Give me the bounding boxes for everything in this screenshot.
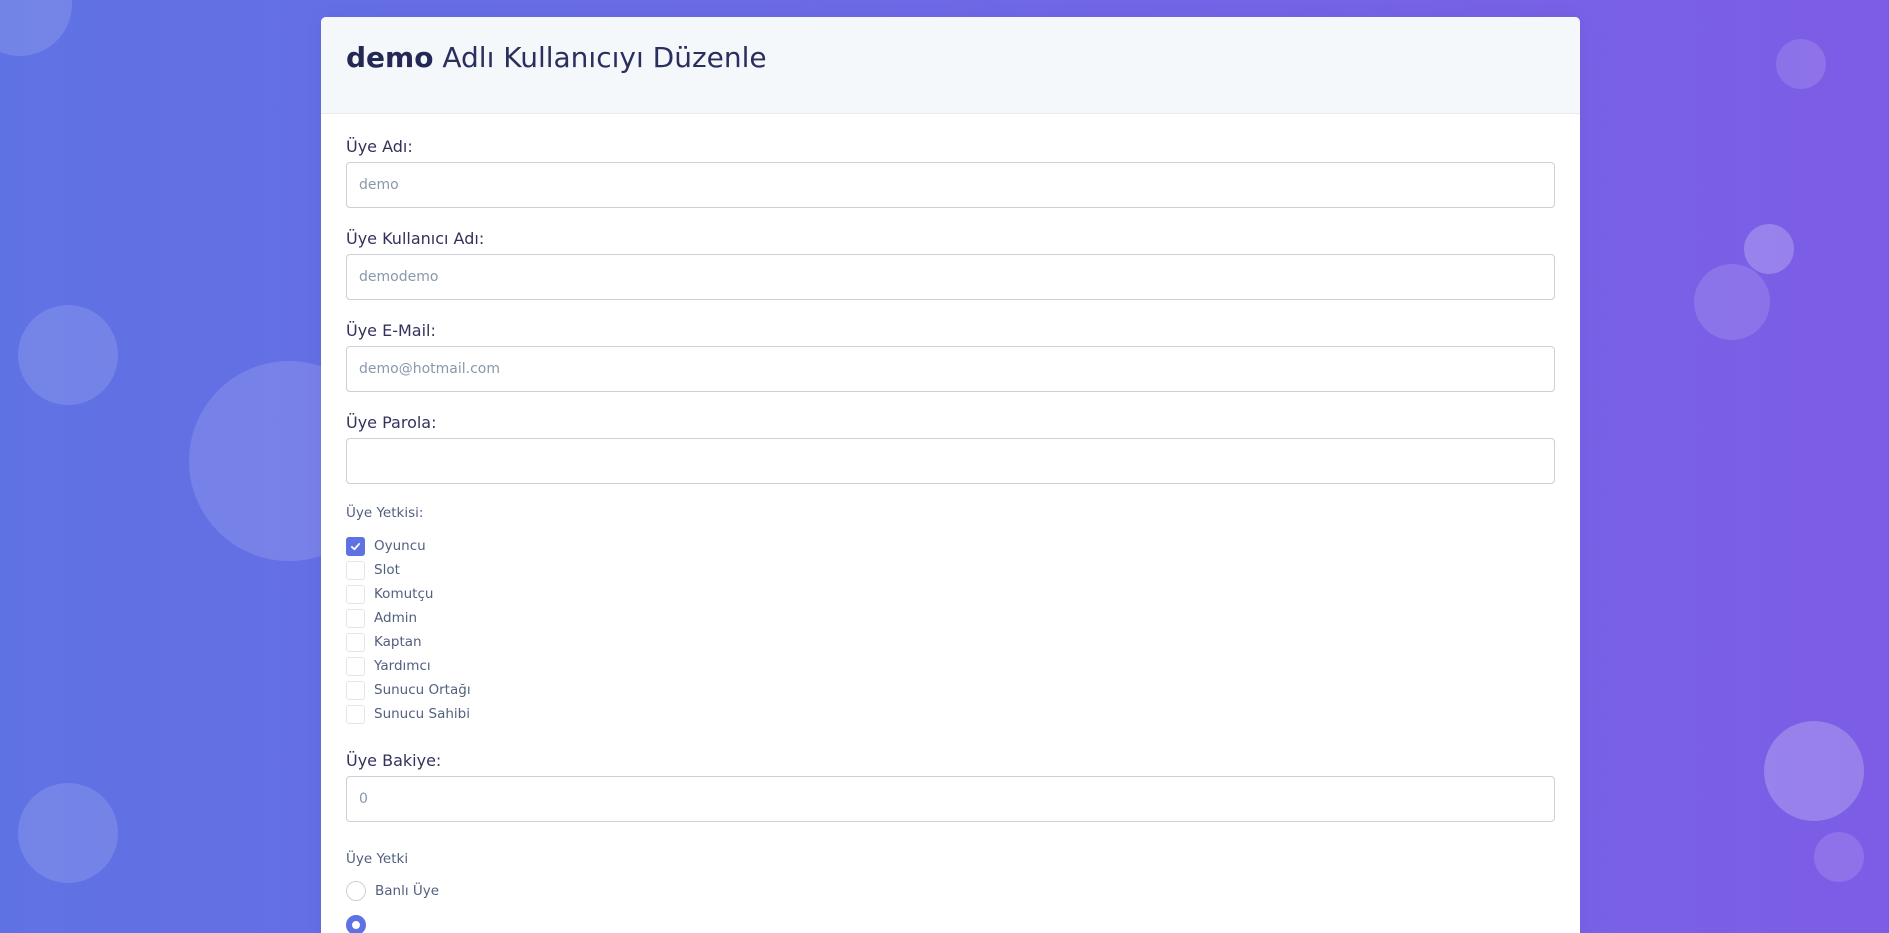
role-checkbox[interactable] <box>346 632 365 652</box>
decorative-bubble <box>18 783 118 883</box>
status-radio-group: Banlı Üye <box>346 878 1555 933</box>
checkmark-icon <box>350 542 361 550</box>
role-checkbox[interactable] <box>346 704 365 724</box>
decorative-bubble <box>1764 721 1864 821</box>
role-option-yardimci[interactable]: Yardımcı <box>346 654 1555 678</box>
status-option-label: Banlı Üye <box>375 883 440 899</box>
role-option-slot[interactable]: Slot <box>346 558 1555 582</box>
roles-checkbox-list: Oyuncu Slot Komutçu Admin Kaptan Yardımc… <box>346 534 1555 726</box>
status-label: Üye Yetki <box>346 851 409 867</box>
username-input[interactable] <box>346 254 1555 300</box>
name-input[interactable] <box>346 162 1555 208</box>
roles-label: Üye Yetkisi: <box>346 505 424 521</box>
username-label: Üye Kullanıcı Adı: <box>346 229 485 248</box>
status-option-active[interactable] <box>346 912 1555 933</box>
password-input[interactable] <box>346 438 1555 484</box>
role-checkbox[interactable] <box>346 608 365 628</box>
name-field-group: Üye Adı: <box>346 136 1555 208</box>
card-header: demo Adlı Kullanıcıyı Düzenle <box>321 17 1580 114</box>
role-label: Sunucu Ortağı <box>374 682 471 698</box>
edit-user-form: Üye Adı: Üye Kullanıcı Adı: Üye E-Mail: … <box>321 114 1580 933</box>
balance-input[interactable] <box>346 776 1555 822</box>
role-label: Sunucu Sahibi <box>374 706 470 722</box>
email-input[interactable] <box>346 346 1555 392</box>
role-option-komutcu[interactable]: Komutçu <box>346 582 1555 606</box>
username-field-group: Üye Kullanıcı Adı: <box>346 228 1555 300</box>
role-option-sunucu-ortagi[interactable]: Sunucu Ortağı <box>346 678 1555 702</box>
role-label: Admin <box>374 610 418 626</box>
email-label: Üye E-Mail: <box>346 321 436 340</box>
role-option-oyuncu[interactable]: Oyuncu <box>346 534 1555 558</box>
role-option-kaptan[interactable]: Kaptan <box>346 630 1555 654</box>
status-radio[interactable] <box>346 915 366 933</box>
role-option-sunucu-sahibi[interactable]: Sunucu Sahibi <box>346 702 1555 726</box>
page-title: demo Adlı Kullanıcıyı Düzenle <box>346 40 1555 76</box>
decorative-bubble <box>1814 832 1864 882</box>
password-label: Üye Parola: <box>346 413 437 432</box>
role-checkbox[interactable] <box>346 656 365 676</box>
email-field-group: Üye E-Mail: <box>346 320 1555 392</box>
password-field-group: Üye Parola: <box>346 412 1555 484</box>
decorative-bubble <box>1744 224 1794 274</box>
page-title-suffix: Adlı Kullanıcıyı Düzenle <box>442 41 767 74</box>
role-label: Yardımcı <box>374 658 431 674</box>
role-label: Slot <box>374 562 400 578</box>
role-label: Oyuncu <box>374 538 426 554</box>
role-checkbox[interactable] <box>346 584 365 604</box>
edit-user-card: demo Adlı Kullanıcıyı Düzenle Üye Adı: Ü… <box>321 17 1580 933</box>
decorative-bubble <box>18 305 118 405</box>
balance-field-group: Üye Bakiye: <box>346 750 1555 822</box>
role-option-admin[interactable]: Admin <box>346 606 1555 630</box>
status-radio[interactable] <box>346 881 366 901</box>
decorative-bubble <box>1776 39 1826 89</box>
decorative-bubble <box>0 0 72 56</box>
decorative-bubble <box>1694 264 1770 340</box>
page-title-username: demo <box>346 41 434 74</box>
role-label: Komutçu <box>374 586 434 602</box>
balance-label: Üye Bakiye: <box>346 751 442 770</box>
status-option-banned[interactable]: Banlı Üye <box>346 878 1555 904</box>
role-checkbox[interactable] <box>346 560 365 580</box>
role-checkbox[interactable] <box>346 680 365 700</box>
name-label: Üye Adı: <box>346 137 413 156</box>
role-label: Kaptan <box>374 634 422 650</box>
role-checkbox[interactable] <box>346 536 365 556</box>
